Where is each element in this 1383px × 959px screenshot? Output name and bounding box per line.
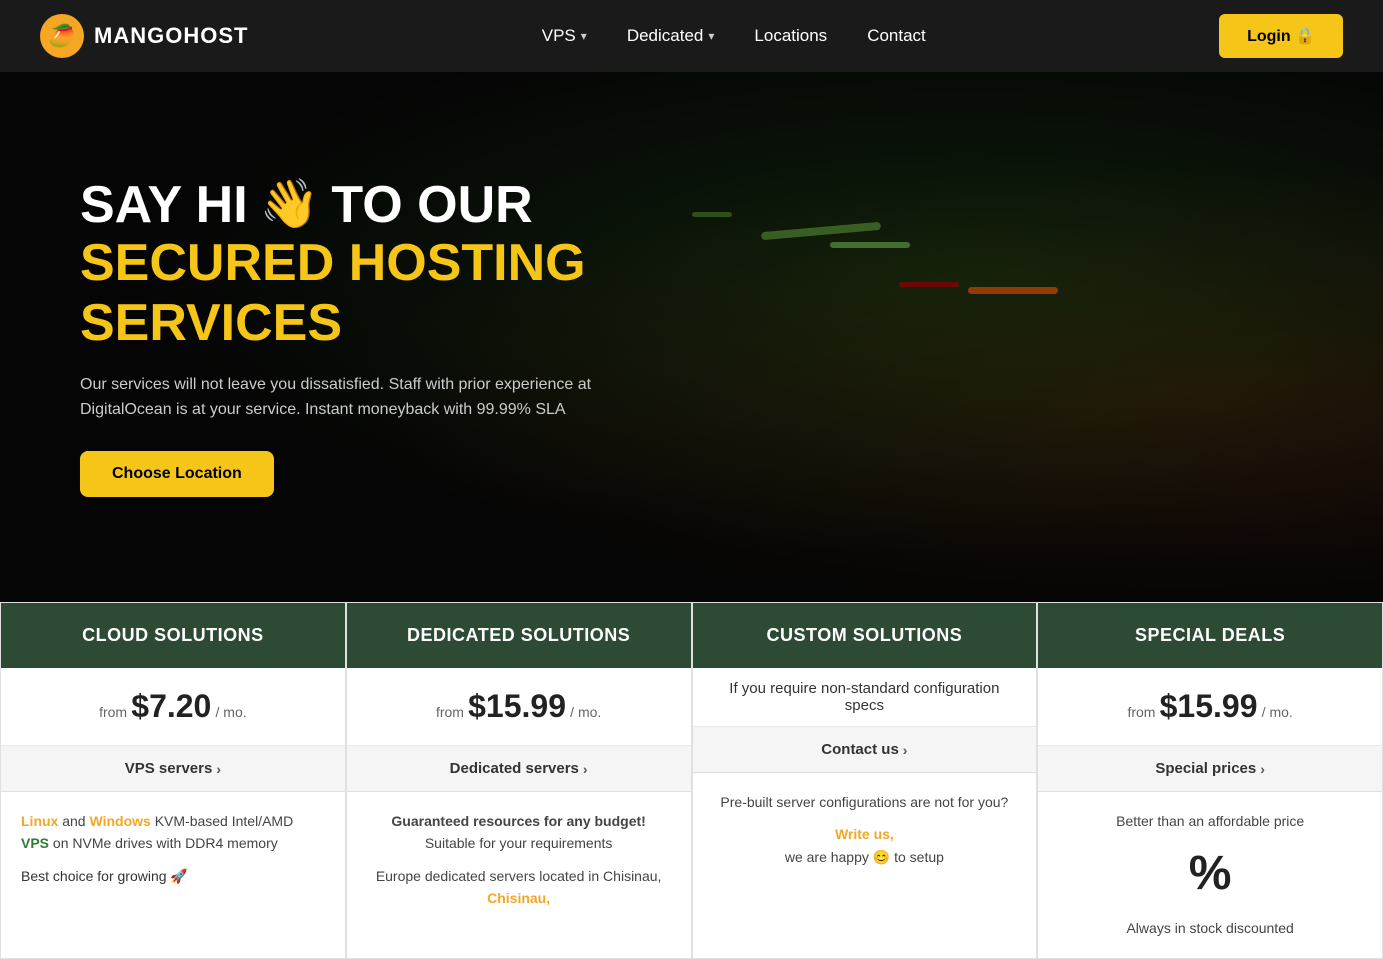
dedicated-body-line2: Suitable for your requirements bbox=[367, 832, 671, 854]
hero-section: SAY HI 👋 TO OUR SECURED HOSTING SERVICES… bbox=[0, 72, 1383, 602]
hero-description: Our services will not leave you dissatis… bbox=[80, 372, 600, 423]
arrow-icon: › bbox=[903, 742, 908, 758]
special-deals-body: Better than an affordable price % Always… bbox=[1038, 792, 1382, 958]
dedicated-solutions-price: from $15.99 / mo. bbox=[347, 668, 691, 746]
percent-symbol: % bbox=[1058, 836, 1362, 913]
chisinau-link[interactable]: Chisinau, bbox=[487, 890, 550, 906]
dedicated-solutions-header: DEDICATED SOLUTIONS bbox=[347, 603, 691, 668]
arrow-icon: › bbox=[1260, 761, 1265, 777]
dedicated-servers-link[interactable]: Dedicated servers › bbox=[347, 746, 691, 792]
custom-solutions-header: CUSTOM SOLUTIONS bbox=[693, 603, 1037, 668]
special-body-line1: Better than an affordable price bbox=[1058, 810, 1362, 832]
vps-link[interactable]: VPS bbox=[21, 835, 49, 851]
dedicated-body-line3: Europe dedicated servers located in Chis… bbox=[367, 865, 671, 910]
vps-servers-link[interactable]: VPS servers › bbox=[1, 746, 345, 792]
arrow-icon: › bbox=[583, 761, 588, 777]
decorative-light-3 bbox=[899, 282, 959, 287]
nav-links: VPS ▾ Dedicated ▾ Locations Contact bbox=[542, 26, 926, 46]
decorative-light-2 bbox=[830, 242, 910, 248]
login-button[interactable]: Login 🔒 bbox=[1219, 14, 1343, 58]
wave-emoji: 👋 bbox=[260, 179, 320, 232]
special-prices-link[interactable]: Special prices › bbox=[1038, 746, 1382, 792]
custom-solutions-card: CUSTOM SOLUTIONS If you require non-stan… bbox=[692, 602, 1038, 959]
contact-us-link[interactable]: Contact us › bbox=[693, 727, 1037, 773]
nav-contact[interactable]: Contact bbox=[867, 26, 926, 46]
write-us-link[interactable]: Write us, bbox=[835, 826, 894, 842]
chevron-down-icon: ▾ bbox=[708, 29, 714, 43]
logo-icon: 🥭 bbox=[40, 14, 84, 58]
dedicated-solutions-body: Guaranteed resources for any budget! Sui… bbox=[347, 792, 691, 958]
chevron-down-icon: ▾ bbox=[581, 29, 587, 43]
cards-section: CLOUD SOLUTIONS from $7.20 / mo. VPS ser… bbox=[0, 602, 1383, 959]
nav-dedicated[interactable]: Dedicated ▾ bbox=[627, 26, 715, 46]
dedicated-solutions-card: DEDICATED SOLUTIONS from $15.99 / mo. De… bbox=[346, 602, 692, 959]
navbar: 🥭 MANGOHOST VPS ▾ Dedicated ▾ Locations … bbox=[0, 0, 1383, 72]
hero-title: SECURED HOSTING SERVICES bbox=[80, 234, 600, 354]
custom-solutions-desc: If you require non-standard configuratio… bbox=[693, 668, 1037, 727]
nav-locations[interactable]: Locations bbox=[754, 26, 827, 46]
logo-area[interactable]: 🥭 MANGOHOST bbox=[40, 14, 248, 58]
linux-link[interactable]: Linux bbox=[21, 813, 58, 829]
custom-body-line1: Pre-built server configurations are not … bbox=[713, 791, 1017, 813]
custom-solutions-body: Pre-built server configurations are not … bbox=[693, 773, 1037, 958]
special-body-line2: Always in stock discounted bbox=[1058, 917, 1362, 939]
windows-link[interactable]: Windows bbox=[89, 813, 150, 829]
cloud-solutions-price: from $7.20 / mo. bbox=[1, 668, 345, 746]
custom-body-write-us: Write us, bbox=[713, 823, 1017, 845]
dedicated-body-line1: Guaranteed resources for any budget! bbox=[367, 810, 671, 832]
hero-say-hi: SAY HI 👋 TO OUR bbox=[80, 177, 600, 234]
special-deals-header: SPECIAL DEALS bbox=[1038, 603, 1382, 668]
arrow-icon: › bbox=[216, 761, 221, 777]
special-deals-price: from $15.99 / mo. bbox=[1038, 668, 1382, 746]
choose-location-button[interactable]: Choose Location bbox=[80, 451, 274, 497]
custom-body-line2: we are happy 😊 to setup bbox=[713, 846, 1017, 868]
cloud-solutions-card: CLOUD SOLUTIONS from $7.20 / mo. VPS ser… bbox=[0, 602, 346, 959]
nav-vps[interactable]: VPS ▾ bbox=[542, 26, 587, 46]
decorative-light-4 bbox=[968, 287, 1058, 294]
decorative-light-5 bbox=[692, 212, 732, 217]
hero-content: SAY HI 👋 TO OUR SECURED HOSTING SERVICES… bbox=[80, 177, 600, 497]
cloud-solutions-header: CLOUD SOLUTIONS bbox=[1, 603, 345, 668]
best-choice-text: Best choice for growing 🚀 bbox=[21, 865, 325, 887]
logo-text: MANGOHOST bbox=[94, 23, 248, 49]
special-deals-card: SPECIAL DEALS from $15.99 / mo. Special … bbox=[1037, 602, 1383, 959]
cloud-solutions-body: Linux and Windows KVM-based Intel/AMD VP… bbox=[1, 792, 345, 958]
